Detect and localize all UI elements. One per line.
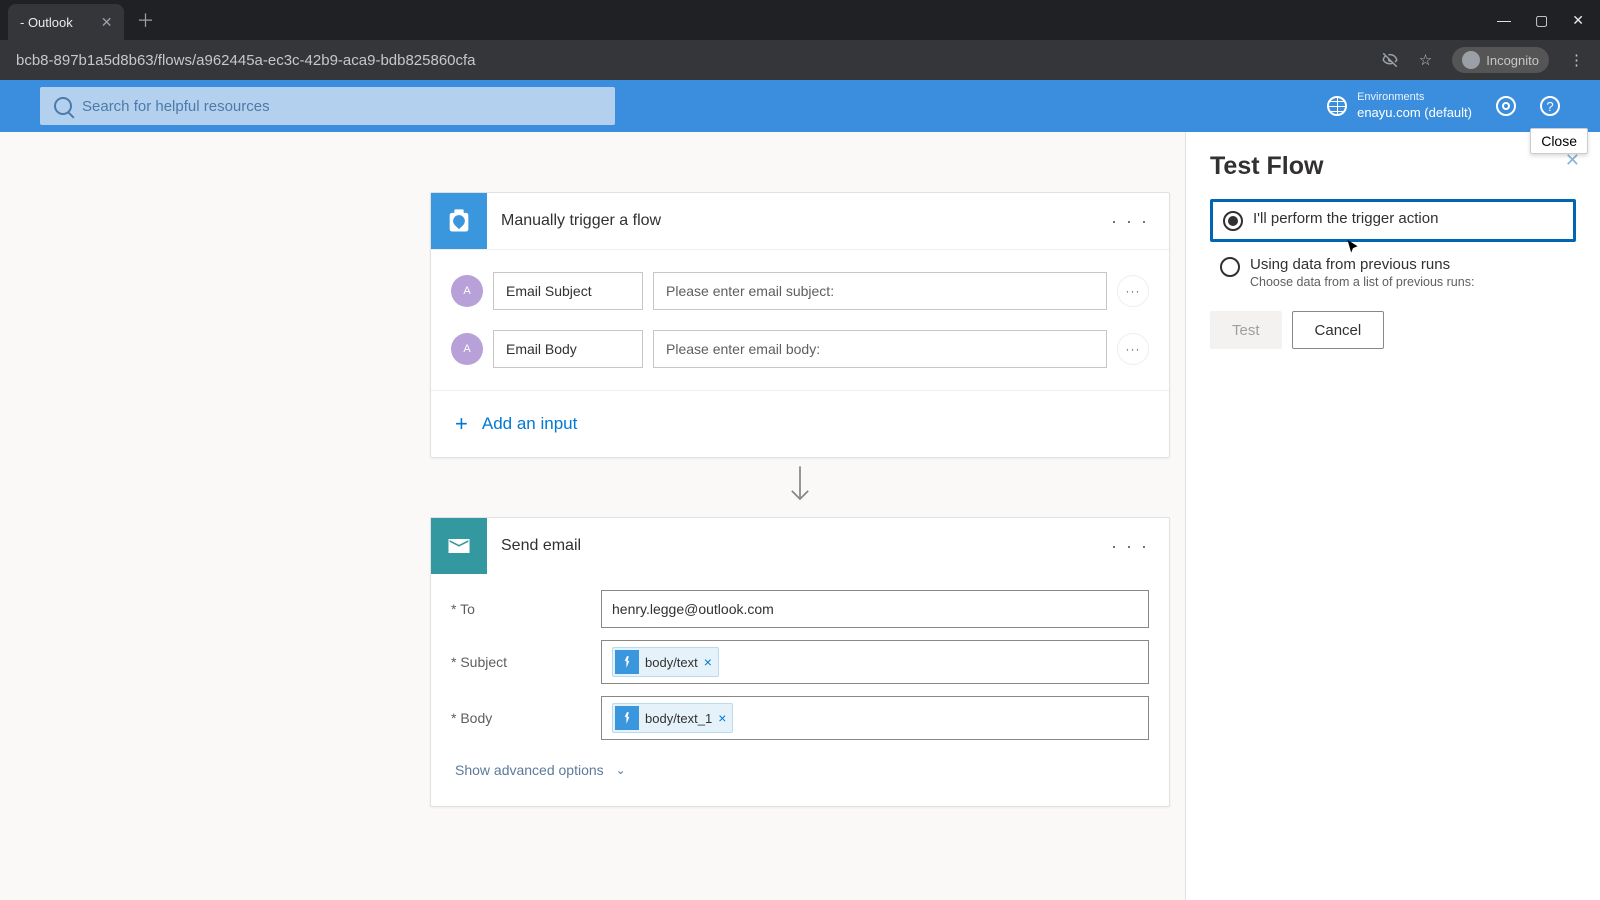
token-label: body/text_1 bbox=[645, 711, 712, 726]
test-button[interactable]: Test bbox=[1210, 311, 1282, 349]
panel-title: Test Flow bbox=[1210, 152, 1576, 181]
incognito-badge[interactable]: Incognito bbox=[1452, 47, 1549, 73]
token-remove-icon[interactable]: × bbox=[704, 654, 712, 670]
browser-address-bar[interactable]: bcb8-897b1a5d8b63/flows/a962445a-ec3c-42… bbox=[0, 40, 1600, 80]
browser-menu-icon[interactable]: ⋮ bbox=[1569, 51, 1584, 69]
body-label: * Body bbox=[451, 710, 601, 726]
close-window-button[interactable]: ✕ bbox=[1572, 12, 1584, 29]
radio-icon bbox=[1220, 257, 1240, 277]
trigger-title: Manually trigger a flow bbox=[487, 212, 1091, 230]
input-label[interactable]: Email Subject bbox=[493, 272, 643, 310]
subject-input[interactable]: body/text × bbox=[601, 640, 1149, 684]
close-icon[interactable]: ✕ bbox=[101, 14, 113, 31]
add-input-label: Add an input bbox=[482, 414, 577, 434]
radio-sublabel: Choose data from a list of previous runs… bbox=[1250, 275, 1474, 289]
radio-label: Using data from previous runs bbox=[1250, 256, 1474, 273]
trigger-menu[interactable]: · · · bbox=[1091, 211, 1169, 232]
email-card: Send email · · · * To henry.legge@outloo… bbox=[430, 517, 1170, 807]
email-menu[interactable]: · · · bbox=[1091, 536, 1169, 557]
token-trigger-icon bbox=[615, 706, 639, 730]
to-input[interactable]: henry.legge@outlook.com bbox=[601, 590, 1149, 628]
minimize-button[interactable]: — bbox=[1497, 12, 1511, 29]
email-icon bbox=[431, 518, 487, 574]
incognito-label: Incognito bbox=[1486, 53, 1539, 68]
input-label[interactable]: Email Body bbox=[493, 330, 643, 368]
browser-tab[interactable]: - Outlook ✕ bbox=[8, 4, 124, 40]
email-header[interactable]: Send email · · · bbox=[431, 518, 1169, 574]
search-icon bbox=[54, 97, 72, 115]
search-box[interactable] bbox=[40, 87, 615, 125]
input-row-menu[interactable]: ··· bbox=[1117, 333, 1149, 365]
to-label: * To bbox=[451, 601, 601, 617]
incognito-icon bbox=[1462, 51, 1480, 69]
close-tooltip: Close bbox=[1530, 128, 1588, 154]
env-value[interactable]: enayu.com (default) bbox=[1357, 105, 1472, 122]
subject-label: * Subject bbox=[451, 654, 601, 670]
browser-tab-bar: - Outlook ✕ ＋ — ▢ ✕ bbox=[0, 0, 1600, 40]
text-type-icon: A bbox=[451, 275, 483, 307]
env-label: Environments bbox=[1357, 90, 1472, 104]
globe-icon bbox=[1327, 96, 1347, 116]
trigger-icon bbox=[431, 193, 487, 249]
token-remove-icon[interactable]: × bbox=[718, 710, 726, 726]
cancel-button[interactable]: Cancel bbox=[1292, 311, 1385, 349]
radio-option-perform-trigger[interactable]: I'll perform the trigger action bbox=[1210, 199, 1576, 242]
input-row-menu[interactable]: ··· bbox=[1117, 275, 1149, 307]
text-type-icon: A bbox=[451, 333, 483, 365]
trigger-input-row: A Email Body Please enter email body: ··… bbox=[439, 320, 1161, 378]
help-icon[interactable]: ? bbox=[1540, 96, 1560, 116]
eye-off-icon[interactable] bbox=[1381, 51, 1399, 69]
input-placeholder[interactable]: Please enter email body: bbox=[653, 330, 1107, 368]
dynamic-token[interactable]: body/text_1 × bbox=[612, 703, 733, 733]
plus-icon: + bbox=[455, 411, 468, 437]
show-advanced-label: Show advanced options bbox=[455, 762, 604, 778]
to-value: henry.legge@outlook.com bbox=[612, 601, 774, 617]
maximize-button[interactable]: ▢ bbox=[1535, 12, 1548, 29]
star-icon[interactable]: ☆ bbox=[1419, 51, 1432, 69]
app-header: Environments enayu.com (default) ? bbox=[0, 80, 1600, 132]
new-tab-button[interactable]: ＋ bbox=[136, 7, 154, 33]
trigger-input-row: A Email Subject Please enter email subje… bbox=[439, 262, 1161, 320]
body-input[interactable]: body/text_1 × bbox=[601, 696, 1149, 740]
trigger-card: Manually trigger a flow · · · A Email Su… bbox=[430, 192, 1170, 458]
add-input-button[interactable]: + Add an input bbox=[431, 390, 1169, 457]
url-text: bcb8-897b1a5d8b63/flows/a962445a-ec3c-42… bbox=[16, 52, 1381, 69]
trigger-header[interactable]: Manually trigger a flow · · · bbox=[431, 193, 1169, 249]
gear-icon[interactable] bbox=[1496, 96, 1516, 116]
radio-icon bbox=[1223, 211, 1243, 231]
token-trigger-icon bbox=[615, 650, 639, 674]
tab-title: - Outlook bbox=[20, 15, 73, 30]
input-placeholder[interactable]: Please enter email subject: bbox=[653, 272, 1107, 310]
radio-option-previous-runs[interactable]: Using data from previous runs Choose dat… bbox=[1210, 248, 1576, 297]
token-label: body/text bbox=[645, 655, 698, 670]
chevron-down-icon: ⌄ bbox=[616, 763, 626, 777]
show-advanced-toggle[interactable]: Show advanced options ⌄ bbox=[451, 752, 1149, 798]
email-title: Send email bbox=[487, 537, 1091, 555]
dynamic-token[interactable]: body/text × bbox=[612, 647, 719, 677]
radio-label: I'll perform the trigger action bbox=[1253, 210, 1438, 227]
test-flow-panel: ✕ Test Flow I'll perform the trigger act… bbox=[1185, 132, 1600, 900]
search-input[interactable] bbox=[82, 98, 601, 115]
